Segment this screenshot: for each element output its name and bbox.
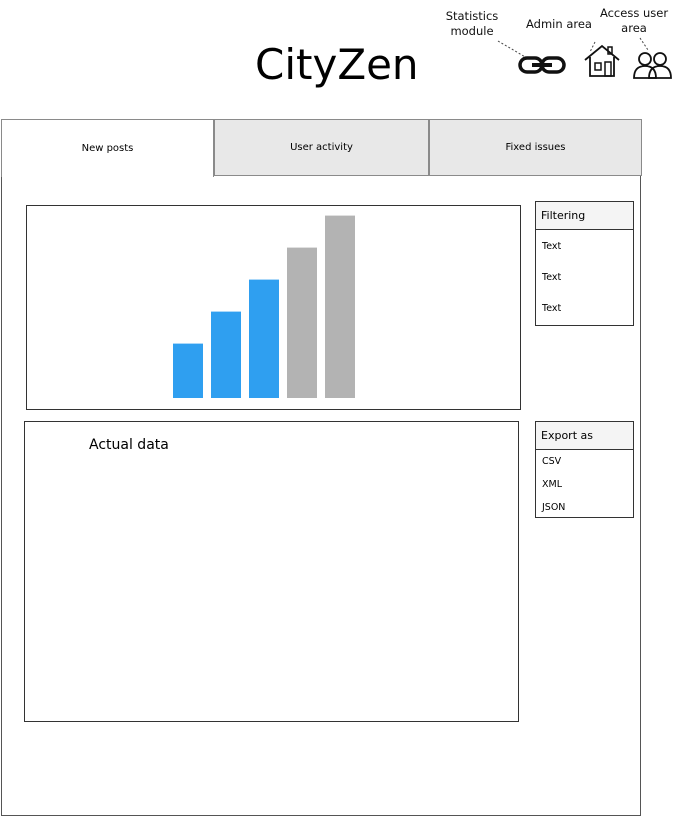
chart-bar [173, 343, 203, 398]
house-icon[interactable] [583, 43, 621, 79]
statistics-annotation: Statistics module [445, 9, 499, 38]
tab-fixed-issues-label: Fixed issues [505, 142, 566, 153]
chart-bar [249, 279, 279, 398]
chart-bar [325, 215, 355, 398]
filtering-panel: Filtering Text Text Text [535, 201, 634, 326]
export-json-option[interactable]: JSON [536, 496, 633, 519]
chart-bar [211, 311, 241, 398]
bar-chart [173, 215, 355, 398]
export-heading: Export as [536, 422, 633, 450]
data-panel: Actual data [24, 421, 519, 722]
tab-user-activity-label: User activity [290, 142, 353, 153]
link-icon[interactable] [518, 54, 566, 76]
tab-fixed-issues[interactable]: Fixed issues [429, 119, 642, 176]
chart-panel [26, 205, 521, 410]
filter-option[interactable]: Text [536, 293, 633, 324]
data-panel-label: Actual data [89, 437, 169, 453]
admin-annotation: Admin area [526, 17, 592, 31]
export-xml-option[interactable]: XML [536, 473, 633, 496]
users-icon[interactable] [632, 48, 672, 80]
export-csv-option[interactable]: CSV [536, 450, 633, 473]
filtering-heading: Filtering [536, 202, 633, 230]
filter-option[interactable]: Text [536, 230, 633, 262]
tab-new-posts[interactable]: New posts [1, 119, 214, 177]
export-panel: Export as CSV XML JSON [535, 421, 634, 518]
tab-new-posts-label: New posts [81, 143, 134, 154]
app-title: CityZen [255, 40, 419, 89]
filter-option[interactable]: Text [536, 262, 633, 293]
tab-user-activity[interactable]: User activity [214, 119, 429, 176]
access-annotation: Access user area [599, 6, 669, 35]
chart-bar [287, 247, 317, 398]
